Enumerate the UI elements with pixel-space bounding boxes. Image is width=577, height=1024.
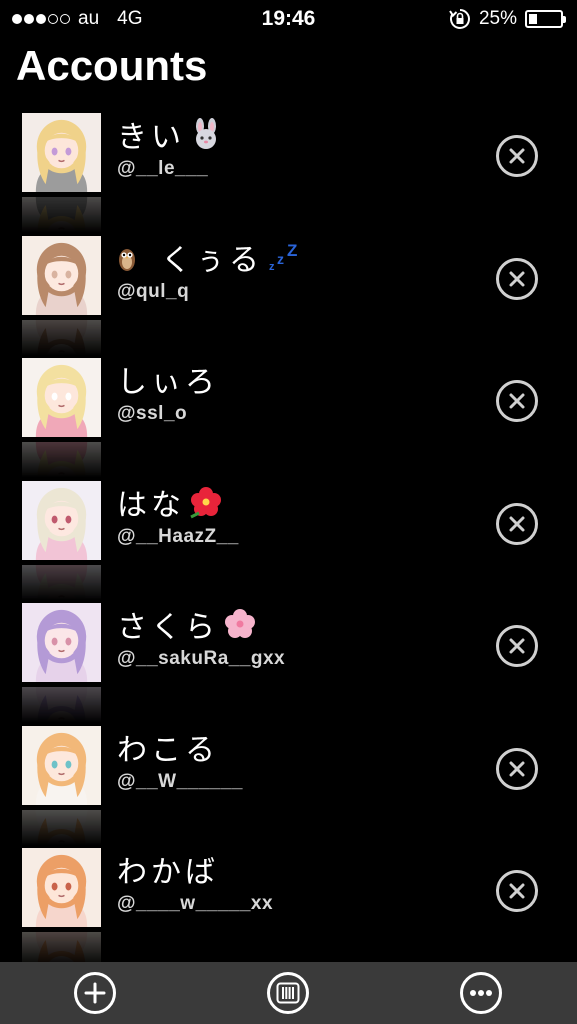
remove-account-button[interactable]	[496, 870, 538, 912]
account-display-name: はな	[117, 480, 223, 524]
close-icon	[509, 393, 525, 409]
account-display-name: わかば	[117, 847, 219, 891]
add-account-button[interactable]	[74, 972, 116, 1014]
owl-zzz-emoji-icon	[119, 248, 135, 271]
account-list: きい @__le___ くぅる zzZ @qul_q しぃろ @ssl_o はな…	[0, 112, 577, 1012]
account-row[interactable]: はな @__HaazZ__	[0, 480, 577, 645]
account-display-name: しぃろ	[117, 357, 219, 401]
close-icon	[509, 883, 525, 899]
account-row[interactable]: くぅる zzZ @qul_q	[0, 235, 577, 400]
close-icon	[509, 638, 525, 654]
account-name-text: わかば	[117, 856, 219, 889]
rabbit-emoji-icon	[196, 118, 216, 149]
account-display-name: さくら	[117, 602, 257, 646]
account-handle: @qul_q	[117, 280, 190, 302]
account-handle: @____w_____xx	[117, 893, 274, 914]
more-icon	[470, 990, 492, 996]
account-name-text: さくら	[117, 611, 219, 644]
account-row[interactable]: わこる @__W______	[0, 725, 577, 890]
account-row[interactable]: さくら @__sakuRa__gxx	[0, 602, 577, 767]
columns-icon	[276, 982, 300, 1004]
close-icon	[509, 148, 525, 164]
status-bar: au 4G 19:46 25%	[0, 0, 577, 38]
close-icon	[509, 516, 525, 531]
battery-icon	[525, 10, 566, 28]
cherry-blossom-emoji-icon	[225, 609, 255, 638]
account-handle: @ssl_o	[117, 403, 188, 424]
zzz-icon: zz Z	[269, 241, 301, 273]
avatar[interactable]	[22, 113, 101, 277]
account-name-text: きい	[117, 121, 185, 154]
avatar[interactable]	[22, 235, 101, 400]
remove-account-button[interactable]	[496, 747, 538, 790]
account-handle: @__le___	[117, 158, 209, 179]
account-name-text: はな	[117, 488, 185, 522]
close-icon	[509, 271, 525, 286]
avatar[interactable]	[22, 480, 101, 645]
svg-text:Z: Z	[287, 241, 301, 260]
account-row[interactable]: しぃろ @ssl_o	[0, 357, 577, 522]
avatar[interactable]	[22, 603, 101, 767]
remove-account-button[interactable]	[496, 625, 538, 667]
more-button[interactable]	[460, 972, 502, 1014]
account-name-text: わこる	[117, 733, 219, 767]
remove-account-button[interactable]	[496, 380, 538, 422]
account-row[interactable]: きい @__le___	[0, 112, 577, 277]
battery-percentage: 25%	[478, 8, 517, 29]
account-row[interactable]: わかば @____w_____xx	[0, 847, 577, 1012]
avatar[interactable]	[22, 358, 101, 522]
account-name-text: しぃろ	[117, 366, 219, 399]
remove-account-button[interactable]	[496, 135, 538, 177]
plus-icon	[84, 982, 106, 1004]
close-icon	[509, 761, 525, 776]
hibiscus-emoji-icon	[190, 486, 221, 518]
columns-button[interactable]	[267, 972, 309, 1014]
account-display-name: くぅる zzZ	[117, 235, 301, 279]
avatar[interactable]	[22, 848, 101, 1012]
avatar[interactable]	[22, 725, 101, 890]
account-handle: @__HaazZ__	[117, 525, 239, 547]
account-name-text: くぅる	[161, 243, 263, 277]
account-display-name: きい	[117, 112, 223, 156]
account-display-name: わこる	[117, 725, 219, 769]
account-handle: @__sakuRa__gxx	[117, 648, 286, 669]
page-title: Accounts	[16, 42, 208, 89]
account-handle: @__W______	[117, 770, 243, 792]
remove-account-button[interactable]	[496, 502, 538, 545]
remove-account-button[interactable]	[496, 257, 538, 300]
rotation-lock-icon	[449, 9, 470, 29]
bottom-toolbar	[0, 962, 577, 1024]
